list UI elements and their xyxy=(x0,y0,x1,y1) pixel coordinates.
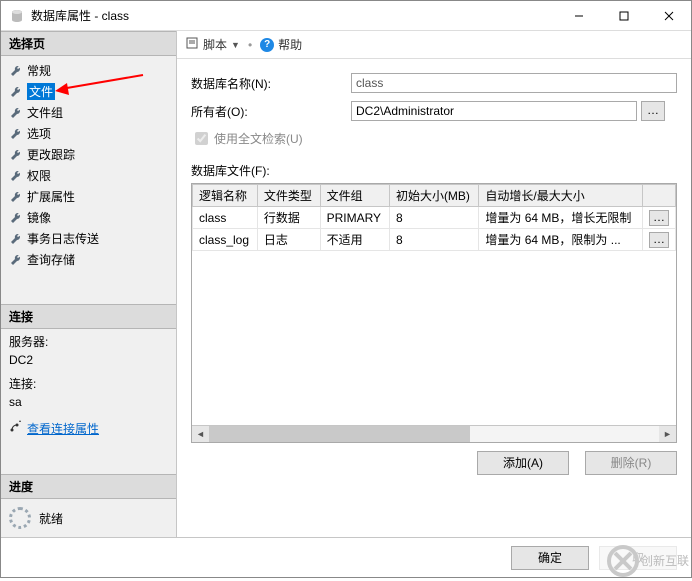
owner-label: 所有者(O): xyxy=(191,103,351,120)
sidebar-item-5[interactable]: 权限 xyxy=(5,165,172,186)
cell-name: class_log xyxy=(193,229,258,251)
server-label: 服务器: xyxy=(9,333,168,351)
cell-ftype: 日志 xyxy=(257,229,320,251)
connection-properties-icon xyxy=(9,419,23,438)
col-header-3[interactable]: 初始大小(MB) xyxy=(389,185,478,207)
chevron-down-icon: ▼ xyxy=(231,40,240,50)
sidebar-item-7[interactable]: 镜像 xyxy=(5,207,172,228)
toolbar-separator: • xyxy=(248,38,252,52)
sidebar-item-1[interactable]: 文件 xyxy=(5,81,172,102)
connection-value: sa xyxy=(9,393,168,411)
wrench-icon xyxy=(9,127,23,141)
svg-text:创新互联: 创新互联 xyxy=(641,553,689,568)
cell-size: 8 xyxy=(389,229,478,251)
sidebar: 选择页 常规文件文件组选项更改跟踪权限扩展属性镜像事务日志传送查询存储 连接 服… xyxy=(1,31,177,537)
wrench-icon xyxy=(9,148,23,162)
wrench-icon xyxy=(9,190,23,204)
database-icon xyxy=(9,8,25,24)
sidebar-item-label: 更改跟踪 xyxy=(27,146,75,163)
minimize-button[interactable] xyxy=(556,1,601,31)
remove-button: 删除(R) xyxy=(585,451,677,475)
sidebar-item-label: 文件 xyxy=(27,83,55,100)
sidebar-item-2[interactable]: 文件组 xyxy=(5,102,172,123)
col-header-2[interactable]: 文件组 xyxy=(320,185,389,207)
progress-text: 就绪 xyxy=(39,510,63,527)
close-button[interactable] xyxy=(646,1,691,31)
db-name-input xyxy=(351,73,677,93)
watermark-logo: 创新互联 xyxy=(605,541,691,581)
help-button[interactable]: ? 帮助 xyxy=(260,36,302,53)
fulltext-label: 使用全文检索(U) xyxy=(214,130,303,147)
cell-fgroup: PRIMARY xyxy=(320,207,389,229)
window-title: 数据库属性 - class xyxy=(31,7,556,24)
col-header-action xyxy=(643,185,676,207)
owner-input[interactable] xyxy=(351,101,637,121)
cell-growth: 增量为 64 MB，限制为 ... xyxy=(479,229,643,251)
cell-size: 8 xyxy=(389,207,478,229)
sidebar-item-label: 镜像 xyxy=(27,209,51,226)
wrench-icon xyxy=(9,85,23,99)
titlebar: 数据库属性 - class xyxy=(1,1,691,31)
ok-button[interactable]: 确定 xyxy=(511,546,589,570)
wrench-icon xyxy=(9,253,23,267)
help-icon: ? xyxy=(260,38,274,52)
db-files-grid[interactable]: 逻辑名称文件类型文件组初始大小(MB)自动增长/最大大小 class行数据PRI… xyxy=(191,183,677,443)
wrench-icon xyxy=(9,232,23,246)
dialog-footer: 确定 取 xyxy=(1,537,691,577)
col-header-0[interactable]: 逻辑名称 xyxy=(193,185,258,207)
view-connection-properties-link[interactable]: 查看连接属性 xyxy=(27,420,99,438)
script-icon xyxy=(185,36,199,53)
grid-horizontal-scrollbar[interactable]: ◄ ► xyxy=(192,425,676,442)
db-name-label: 数据库名称(N): xyxy=(191,75,351,92)
col-header-4[interactable]: 自动增长/最大大小 xyxy=(479,185,643,207)
progress-spinner-icon xyxy=(9,507,31,529)
help-label: 帮助 xyxy=(278,36,302,53)
db-files-label: 数据库文件(F): xyxy=(191,162,677,179)
script-dropdown[interactable]: 脚本 ▼ xyxy=(185,36,240,53)
sidebar-item-label: 常规 xyxy=(27,62,51,79)
sidebar-item-6[interactable]: 扩展属性 xyxy=(5,186,172,207)
sidebar-item-label: 权限 xyxy=(27,167,51,184)
cell-ftype: 行数据 xyxy=(257,207,320,229)
sidebar-item-label: 事务日志传送 xyxy=(27,230,99,247)
sidebar-item-4[interactable]: 更改跟踪 xyxy=(5,144,172,165)
scroll-left-icon[interactable]: ◄ xyxy=(192,426,209,443)
cell-fgroup: 不适用 xyxy=(320,229,389,251)
row-ellipsis-button[interactable]: … xyxy=(649,232,669,248)
sidebar-item-3[interactable]: 选项 xyxy=(5,123,172,144)
sidebar-item-label: 扩展属性 xyxy=(27,188,75,205)
table-row[interactable]: class_log日志不适用8增量为 64 MB，限制为 ... … xyxy=(193,229,676,251)
sidebar-item-label: 文件组 xyxy=(27,104,63,121)
owner-browse-button[interactable]: … xyxy=(641,101,665,121)
section-connection: 连接 xyxy=(1,304,176,329)
col-header-1[interactable]: 文件类型 xyxy=(257,185,320,207)
table-row[interactable]: class行数据PRIMARY8增量为 64 MB，增长无限制 … xyxy=(193,207,676,229)
section-progress: 进度 xyxy=(1,474,176,499)
row-ellipsis-button[interactable]: … xyxy=(649,210,669,226)
sidebar-item-0[interactable]: 常规 xyxy=(5,60,172,81)
sidebar-item-9[interactable]: 查询存储 xyxy=(5,249,172,270)
sidebar-item-label: 查询存储 xyxy=(27,251,75,268)
wrench-icon xyxy=(9,64,23,78)
toolbar: 脚本 ▼ • ? 帮助 xyxy=(177,31,691,59)
sidebar-item-label: 选项 xyxy=(27,125,51,142)
cell-growth: 增量为 64 MB，增长无限制 xyxy=(479,207,643,229)
scroll-right-icon[interactable]: ► xyxy=(659,426,676,443)
maximize-button[interactable] xyxy=(601,1,646,31)
script-label: 脚本 xyxy=(203,36,227,53)
add-button[interactable]: 添加(A) xyxy=(477,451,569,475)
wrench-icon xyxy=(9,211,23,225)
cell-name: class xyxy=(193,207,258,229)
connection-label: 连接: xyxy=(9,375,168,393)
section-select-pages: 选择页 xyxy=(1,31,176,56)
fulltext-checkbox xyxy=(195,132,208,145)
sidebar-item-8[interactable]: 事务日志传送 xyxy=(5,228,172,249)
wrench-icon xyxy=(9,106,23,120)
wrench-icon xyxy=(9,169,23,183)
main-panel: 脚本 ▼ • ? 帮助 数据库名称(N): 所有者(O): … xyxy=(177,31,691,537)
server-value: DC2 xyxy=(9,351,168,369)
